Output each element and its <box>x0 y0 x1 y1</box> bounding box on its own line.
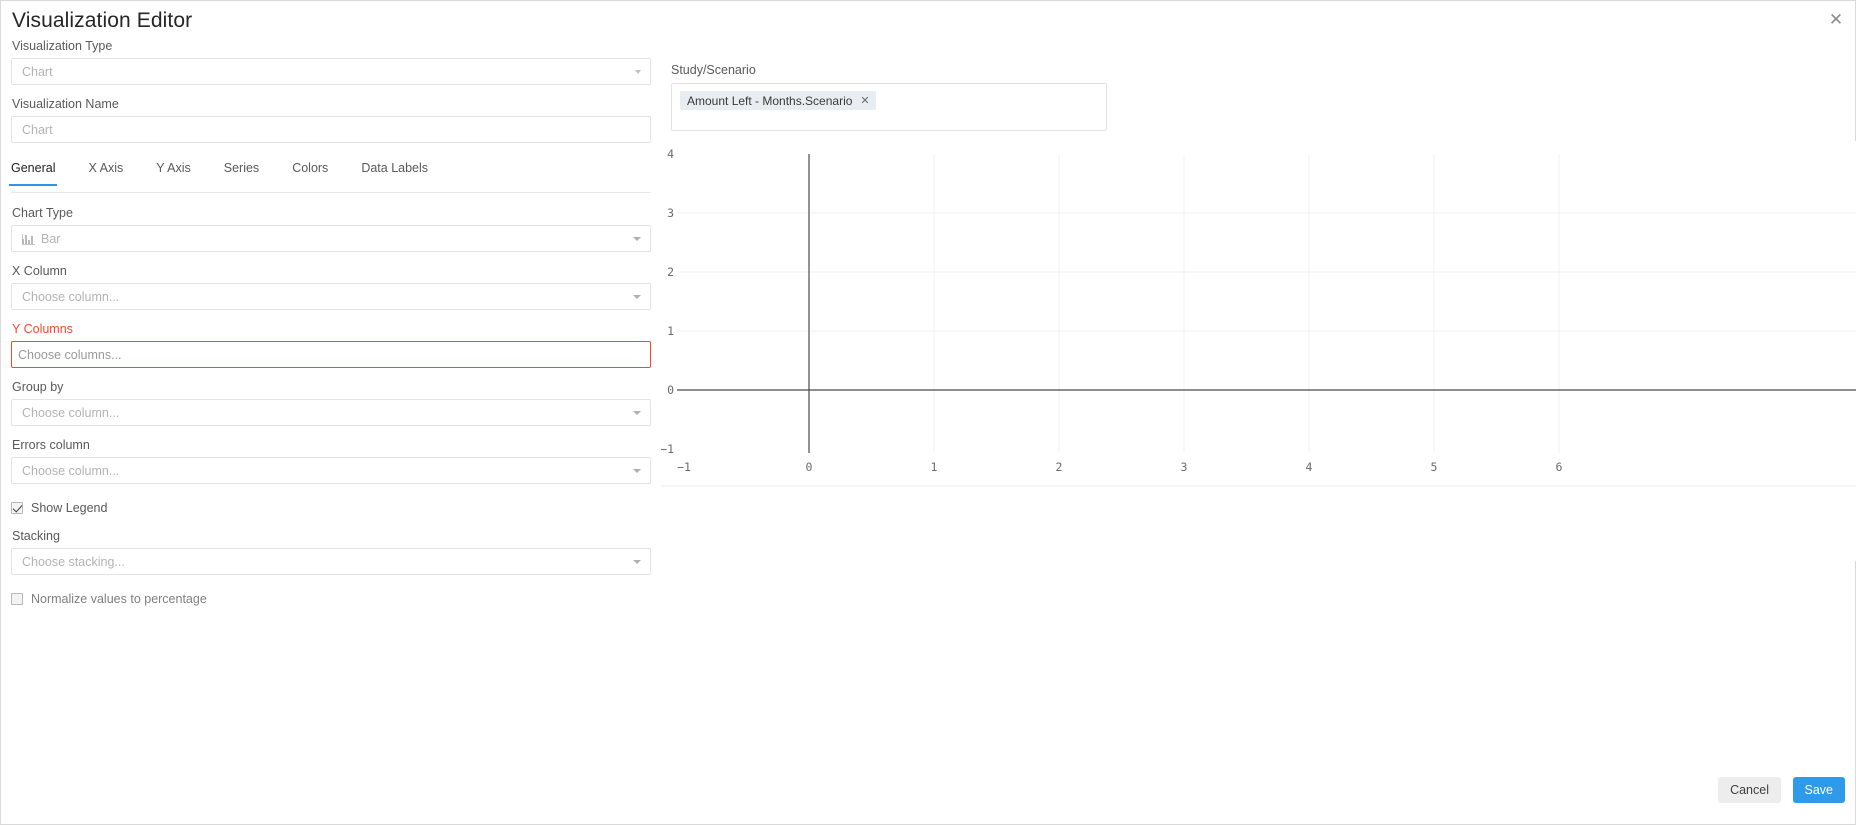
empty-chart: 4 3 2 1 0 −1 −1 0 1 2 3 4 5 6 <box>661 141 1856 561</box>
dialog-header: Visualization Editor ✕ <box>1 1 1855 43</box>
bar-chart-icon <box>22 234 35 245</box>
visualization-editor-dialog: Visualization Editor ✕ Visualization Typ… <box>0 0 1856 825</box>
settings-tabs: General X Axis Y Axis Series Colors Data… <box>8 161 651 193</box>
chevron-down-icon <box>633 468 641 473</box>
svg-text:1: 1 <box>667 324 674 338</box>
close-icon[interactable]: ✕ <box>1825 9 1847 31</box>
tab-x-axis[interactable]: X Axis <box>88 161 123 185</box>
group-by-label: Group by <box>12 380 64 394</box>
svg-text:0: 0 <box>806 460 813 474</box>
visualization-type-value: Chart <box>22 64 53 79</box>
chart-type-select[interactable]: Bar <box>11 225 651 252</box>
tab-general[interactable]: General <box>8 161 58 186</box>
svg-text:−1: −1 <box>677 460 691 474</box>
stacking-select[interactable]: Choose stacking... <box>11 548 651 575</box>
group-by-placeholder: Choose column... <box>22 405 120 420</box>
normalize-row[interactable]: Normalize values to percentage <box>11 590 651 608</box>
visualization-name-label: Visualization Name <box>12 97 119 111</box>
svg-text:−1: −1 <box>661 442 674 456</box>
y-columns-select[interactable]: Choose columns... <box>11 341 651 368</box>
errors-column-placeholder: Choose column... <box>22 463 120 478</box>
svg-text:3: 3 <box>667 206 674 220</box>
y-columns-label: Y Columns <box>12 322 73 336</box>
stacking-label: Stacking <box>12 529 60 543</box>
svg-text:5: 5 <box>1431 460 1438 474</box>
chevron-down-icon <box>633 559 641 564</box>
svg-text:4: 4 <box>667 147 674 161</box>
close-icon[interactable]: ✕ <box>860 94 869 107</box>
study-scenario-label: Study/Scenario <box>671 63 756 77</box>
page-title: Visualization Editor <box>12 9 193 32</box>
save-button[interactable]: Save <box>1792 777 1845 803</box>
settings-pane: Visualization Type Chart Visualization N… <box>1 39 661 764</box>
visualization-name-input[interactable]: Chart <box>11 116 651 143</box>
svg-text:2: 2 <box>1056 460 1063 474</box>
errors-column-select[interactable]: Choose column... <box>11 457 651 484</box>
tab-y-axis[interactable]: Y Axis <box>156 161 191 185</box>
svg-text:3: 3 <box>1181 460 1188 474</box>
svg-text:1: 1 <box>931 460 938 474</box>
svg-text:0: 0 <box>667 383 674 397</box>
group-by-select[interactable]: Choose column... <box>11 399 651 426</box>
visualization-type-label: Visualization Type <box>12 39 113 53</box>
svg-text:4: 4 <box>1306 460 1313 474</box>
preview-pane: Study/Scenario Amount Left - Months.Scen… <box>661 63 1856 764</box>
study-scenario-input[interactable]: Amount Left - Months.Scenario ✕ <box>671 83 1107 131</box>
chart-type-value: Bar <box>41 231 61 246</box>
visualization-name-placeholder: Chart <box>22 122 53 137</box>
cancel-button[interactable]: Cancel <box>1718 777 1781 803</box>
chevron-down-icon <box>633 236 641 241</box>
show-legend-checkbox[interactable] <box>11 502 23 514</box>
chevron-down-icon <box>633 294 641 299</box>
x-column-select[interactable]: Choose column... <box>11 283 651 310</box>
chevron-down-icon <box>633 410 641 415</box>
x-column-label: X Column <box>12 264 67 278</box>
y-columns-placeholder: Choose columns... <box>18 347 122 362</box>
visualization-type-select[interactable]: Chart <box>11 58 651 85</box>
chart-type-label: Chart Type <box>12 206 73 220</box>
scenario-token-label: Amount Left - Months.Scenario <box>687 93 853 108</box>
x-column-placeholder: Choose column... <box>22 289 120 304</box>
errors-column-label: Errors column <box>12 438 90 452</box>
svg-text:6: 6 <box>1556 460 1563 474</box>
show-legend-row[interactable]: Show Legend <box>11 499 651 517</box>
chart-preview: 4 3 2 1 0 −1 −1 0 1 2 3 4 5 6 <box>661 141 1856 764</box>
svg-text:2: 2 <box>667 265 674 279</box>
chart-background <box>661 141 1856 561</box>
normalize-label: Normalize values to percentage <box>31 592 207 606</box>
tab-series[interactable]: Series <box>224 161 259 185</box>
stacking-placeholder: Choose stacking... <box>22 554 125 569</box>
scenario-token[interactable]: Amount Left - Months.Scenario ✕ <box>680 91 876 110</box>
show-legend-label: Show Legend <box>31 501 108 515</box>
dialog-footer: Cancel Save <box>1 764 1855 824</box>
tab-data-labels[interactable]: Data Labels <box>361 161 428 185</box>
tab-colors[interactable]: Colors <box>292 161 328 185</box>
chevron-down-icon <box>635 69 641 74</box>
normalize-checkbox[interactable] <box>11 593 23 605</box>
